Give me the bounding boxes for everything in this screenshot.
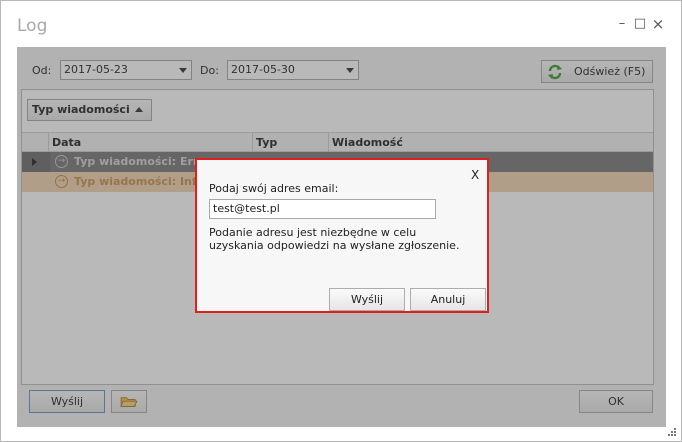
minimize-button[interactable]: – [615,16,629,32]
dialog-cancel-button[interactable]: Anuluj [410,288,486,311]
dialog-send-button[interactable]: Wyślij [329,288,405,311]
maximize-button[interactable]: □ [633,16,647,32]
log-window: Log – □ × Od: 2017-05-23 Do: 2017-05-30 … [0,0,682,442]
email-note-text: Podanie adresu jest niezbędne w celu uzy… [209,226,460,252]
resize-grip-icon[interactable] [667,427,677,437]
email-prompt-label: Podaj swój adres email: [209,182,339,195]
dialog-close-button[interactable]: X [471,168,479,182]
email-input[interactable]: test@test.pl [209,199,436,219]
title-bar: Log – □ × [1,1,681,47]
window-title: Log [17,16,48,36]
email-dialog: X Podaj swój adres email: test@test.pl P… [195,158,489,313]
close-window-button[interactable]: × [651,16,665,32]
